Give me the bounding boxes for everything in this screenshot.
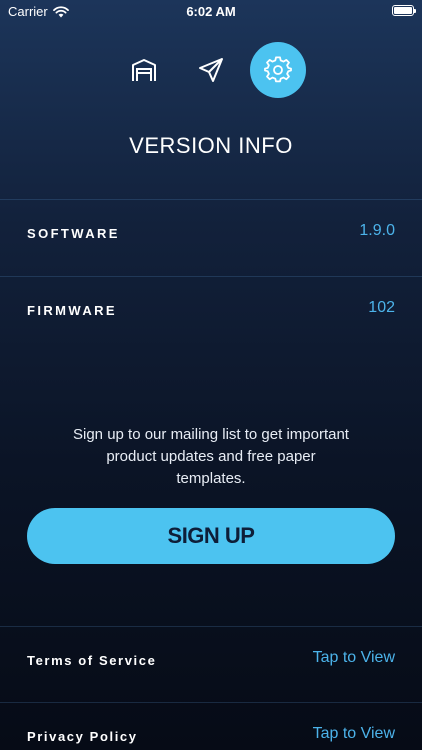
nav-home-button[interactable]	[116, 42, 172, 98]
terms-label: Terms of Service	[27, 653, 157, 668]
privacy-label: Privacy Policy	[27, 729, 138, 744]
top-navigation	[0, 42, 422, 98]
status-time: 6:02 AM	[186, 4, 236, 19]
software-label: SOFTWARE	[27, 226, 120, 241]
software-version-row: SOFTWARE 1.9.0	[0, 199, 422, 276]
privacy-policy-row[interactable]: Privacy Policy Tap to View	[0, 702, 422, 750]
version-info-screen: Carrier 6:02 AM VERSION INFO SOFTWARE 1.…	[0, 0, 422, 750]
firmware-label: FIRMWARE	[27, 303, 117, 318]
send-icon	[199, 58, 223, 82]
software-version-value: 1.9.0	[359, 222, 395, 239]
home-icon	[132, 59, 156, 81]
mailing-list-description: Sign up to our mailing list to get impor…	[73, 426, 349, 487]
firmware-version-row: FIRMWARE 102	[0, 276, 422, 353]
firmware-version-value: 102	[368, 299, 395, 316]
nav-send-button[interactable]	[183, 42, 239, 98]
terms-tap-to-view-link[interactable]: Tap to View	[313, 649, 395, 667]
battery-icon	[392, 5, 416, 16]
privacy-tap-to-view-link[interactable]: Tap to View	[313, 725, 395, 743]
gear-icon	[264, 56, 292, 83]
page-title: VERSION INFO	[129, 132, 293, 158]
nav-settings-button[interactable]	[250, 42, 306, 98]
terms-of-service-row[interactable]: Terms of Service Tap to View	[0, 626, 422, 703]
sign-up-button[interactable]: SIGN UP	[27, 508, 395, 564]
status-bar: Carrier 6:02 AM	[0, 0, 422, 24]
